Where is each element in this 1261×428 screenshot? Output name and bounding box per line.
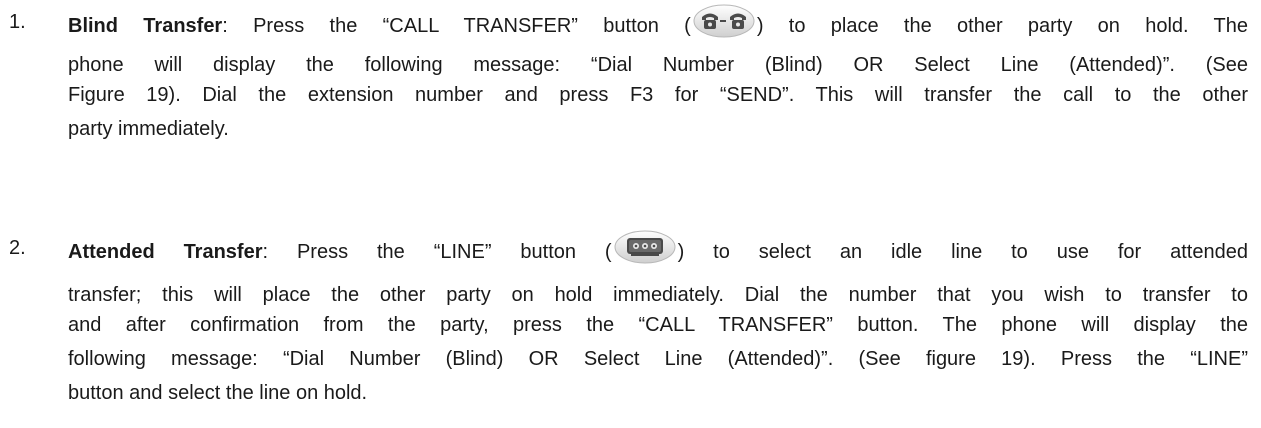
paragraph-line: Figure 19). Dial the extension number an… xyxy=(68,84,1248,106)
paragraph: Blind Transfer: Press the “CALL TRANSFER… xyxy=(68,4,1248,146)
paragraph-line: and after confirmation from the party, p… xyxy=(68,314,1248,336)
list-number: 1. xyxy=(9,11,26,33)
paragraph-line: Blind Transfer: Press the “CALL TRANSFER… xyxy=(68,4,1248,44)
line-key-icon xyxy=(614,230,676,278)
paragraph-line: following message: “Dial Number (Blind) … xyxy=(68,348,1248,370)
text-run: ) to select an idle line to use for atte… xyxy=(677,241,1248,263)
paragraph-line: button and select the line on hold. xyxy=(68,382,368,404)
paragraph-line: Attended Transfer: Press the “LINE” butt… xyxy=(68,230,1248,274)
paragraph-line: party immediately. xyxy=(68,118,229,140)
text-run: : Press the “CALL TRANSFER” button ( xyxy=(222,15,691,37)
paragraph-line: phone will display the following message… xyxy=(68,54,1248,76)
text-run: : Press the “LINE” button ( xyxy=(262,241,612,263)
text-run: ) to place the other party on hold. The xyxy=(756,15,1248,37)
paragraph: Attended Transfer: Press the “LINE” butt… xyxy=(68,230,1248,410)
document-page: 1. Blind Transfer: Press the “CALL TRANS… xyxy=(0,0,1261,428)
paragraph-line: transfer; this will place the other part… xyxy=(68,284,1248,306)
term-title: Blind Transfer xyxy=(68,15,223,37)
term-title: Attended Transfer xyxy=(68,241,263,263)
list-number: 2. xyxy=(9,237,26,259)
